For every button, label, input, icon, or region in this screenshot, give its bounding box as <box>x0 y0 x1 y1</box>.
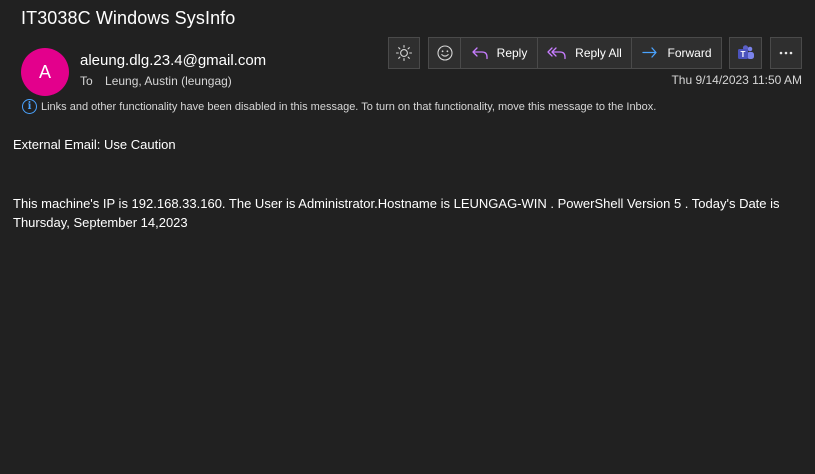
sender-address[interactable]: aleung.dlg.23.4@gmail.com <box>80 52 266 69</box>
forward-label: Forward <box>667 46 712 60</box>
brightness-icon <box>395 44 413 62</box>
teams-share-button[interactable]: T <box>729 37 762 69</box>
reply-label: Reply <box>496 46 528 60</box>
forward-button[interactable]: Forward <box>631 37 722 69</box>
sender-avatar[interactable]: A <box>21 48 69 96</box>
info-icon: i <box>22 99 37 114</box>
avatar-initial: A <box>38 61 51 82</box>
external-caution-text: External Email: Use Caution <box>13 137 176 152</box>
info-banner: i Links and other functionality have bee… <box>22 99 656 114</box>
message-subject: IT3038C Windows SysInfo <box>21 8 236 28</box>
brightness-button[interactable] <box>388 37 420 69</box>
reply-button[interactable]: Reply <box>460 37 538 69</box>
forward-icon <box>642 47 658 58</box>
emoji-icon <box>436 45 453 61</box>
email-reading-pane: IT3038C Windows SysInfo A aleung.dlg.23.… <box>0 0 815 474</box>
reply-all-label: Reply All <box>575 46 622 60</box>
recipient-name[interactable]: Leung, Austin (leungag) <box>105 74 232 88</box>
recipient-line: To Leung, Austin (leungag) <box>80 74 232 88</box>
more-icon <box>779 51 793 55</box>
message-body: This machine's IP is 192.168.33.160. The… <box>13 196 780 230</box>
emoji-button[interactable] <box>428 37 461 69</box>
reply-icon <box>472 47 488 60</box>
reply-all-button[interactable]: Reply All <box>537 37 632 69</box>
teams-icon: T <box>737 45 754 59</box>
more-options-button[interactable] <box>770 37 802 69</box>
received-date: Thu 9/14/2023 11:50 AM <box>671 73 802 87</box>
info-banner-text: Links and other functionality have been … <box>41 100 657 113</box>
reply-all-icon <box>547 47 566 60</box>
svg-text:T: T <box>740 50 745 59</box>
to-label: To <box>80 74 93 88</box>
